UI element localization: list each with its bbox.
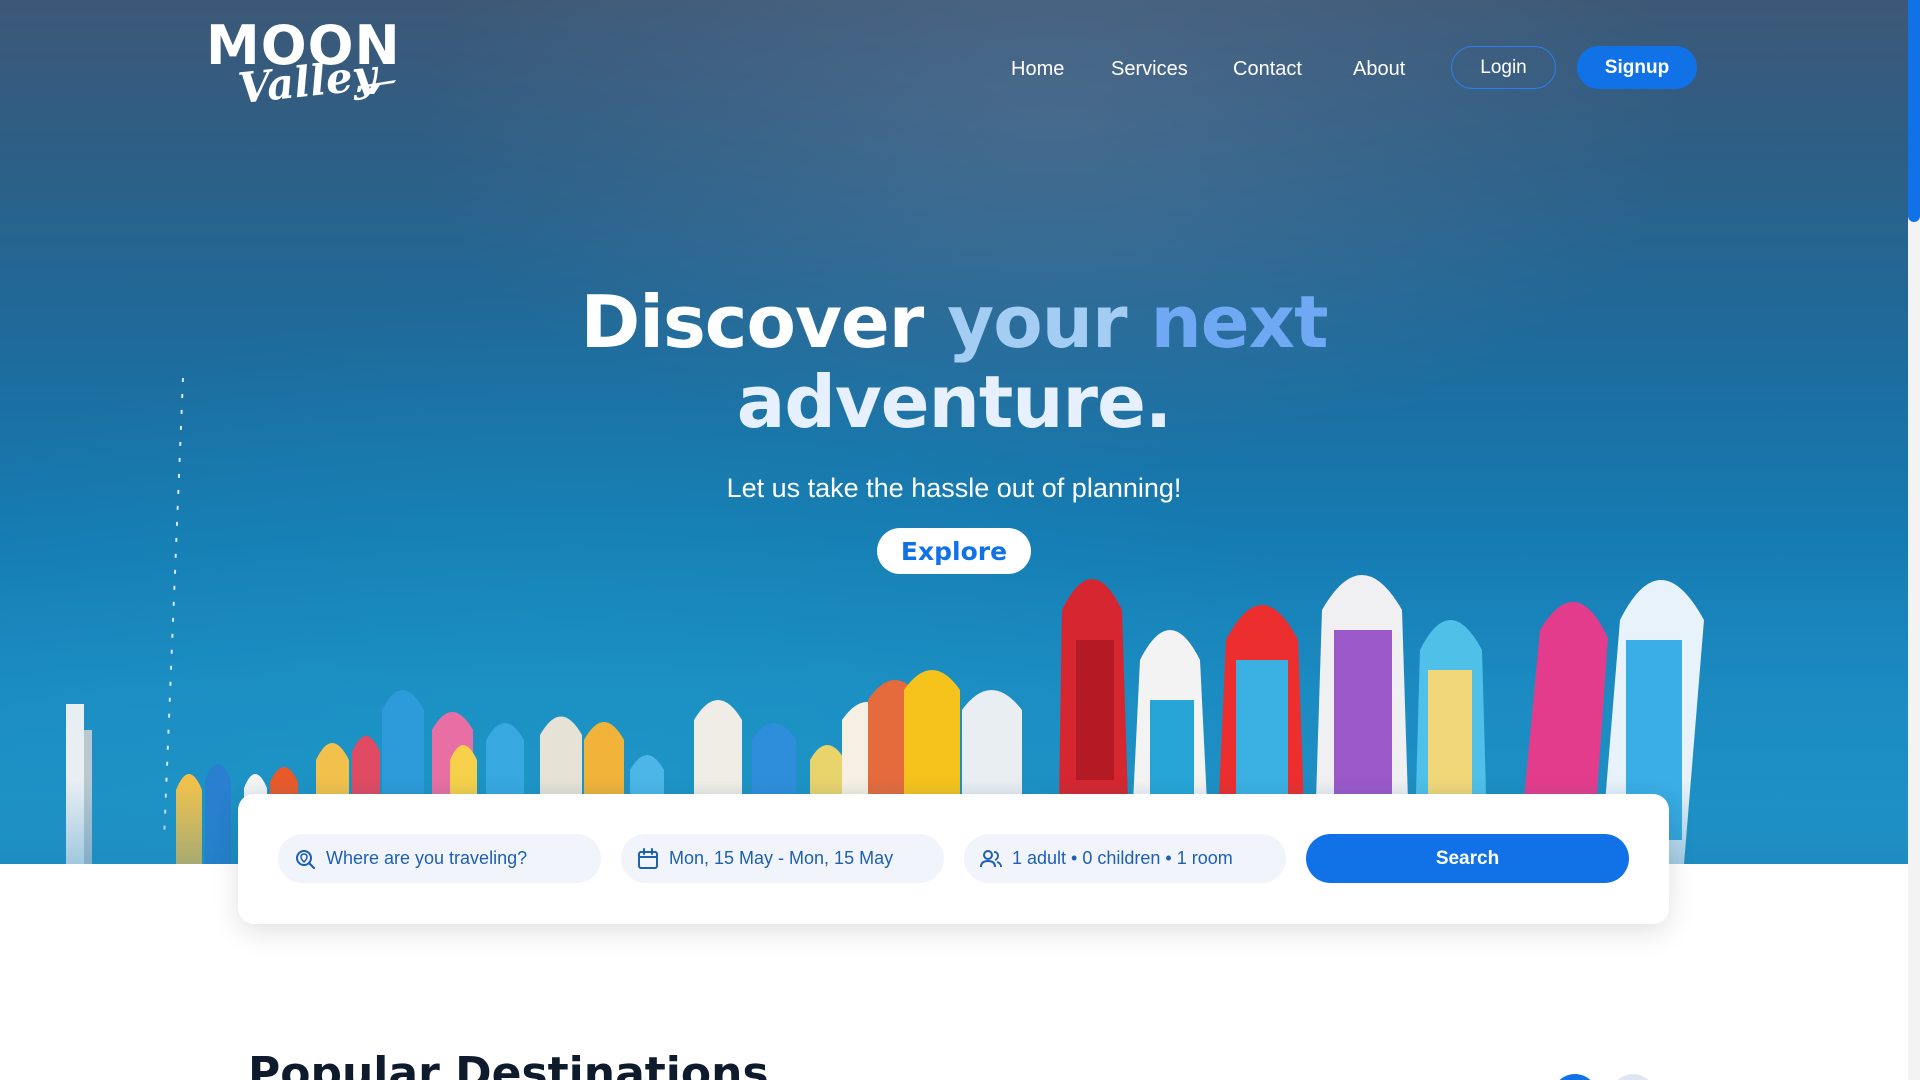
page: MOON Valley Home Services Contact About … bbox=[0, 0, 1920, 1080]
headline-word-discover: Discover bbox=[580, 280, 925, 364]
headline-word-next: next bbox=[1150, 280, 1329, 364]
hero-subtitle: Let us take the hassle out of planning! bbox=[726, 473, 1182, 503]
destination-placeholder: Where are you traveling? bbox=[326, 848, 528, 868]
scrollbar-thumb[interactable] bbox=[1908, 0, 1920, 222]
destination-field[interactable]: Where are you traveling? bbox=[278, 834, 601, 883]
airplane-icon bbox=[357, 80, 396, 94]
search-button[interactable]: Search bbox=[1306, 834, 1629, 883]
guests-value: 1 adult • 0 children • 1 room bbox=[1012, 848, 1233, 868]
hero-headline: Discover your next adventure. bbox=[470, 282, 1438, 442]
nav-home[interactable]: Home bbox=[1011, 54, 1064, 84]
signup-button[interactable]: Signup bbox=[1577, 46, 1697, 89]
location-search-icon bbox=[294, 848, 316, 870]
guests-field[interactable]: 1 adult • 0 children • 1 room bbox=[964, 834, 1286, 883]
calendar-icon bbox=[637, 847, 659, 870]
site-logo[interactable]: MOON Valley bbox=[206, 16, 402, 114]
nav-services[interactable]: Services bbox=[1111, 54, 1188, 84]
users-icon bbox=[980, 848, 1002, 870]
search-card: Where are you traveling? Mon, 15 May - M… bbox=[238, 794, 1669, 924]
nav-about[interactable]: About bbox=[1353, 54, 1405, 84]
headline-word-adventure: adventure. bbox=[736, 360, 1173, 444]
dates-field[interactable]: Mon, 15 May - Mon, 15 May bbox=[621, 834, 944, 883]
headline-word-your: your bbox=[947, 280, 1127, 364]
nav-contact[interactable]: Contact bbox=[1233, 54, 1302, 84]
carousel-prev-button[interactable] bbox=[1552, 1074, 1598, 1080]
dates-value: Mon, 15 May - Mon, 15 May bbox=[669, 848, 894, 868]
login-button[interactable]: Login bbox=[1451, 46, 1556, 89]
explore-button[interactable]: Explore bbox=[877, 528, 1031, 574]
popular-destinations-title: Popular Destinations bbox=[248, 1048, 769, 1080]
carousel-next-button[interactable] bbox=[1610, 1074, 1656, 1080]
